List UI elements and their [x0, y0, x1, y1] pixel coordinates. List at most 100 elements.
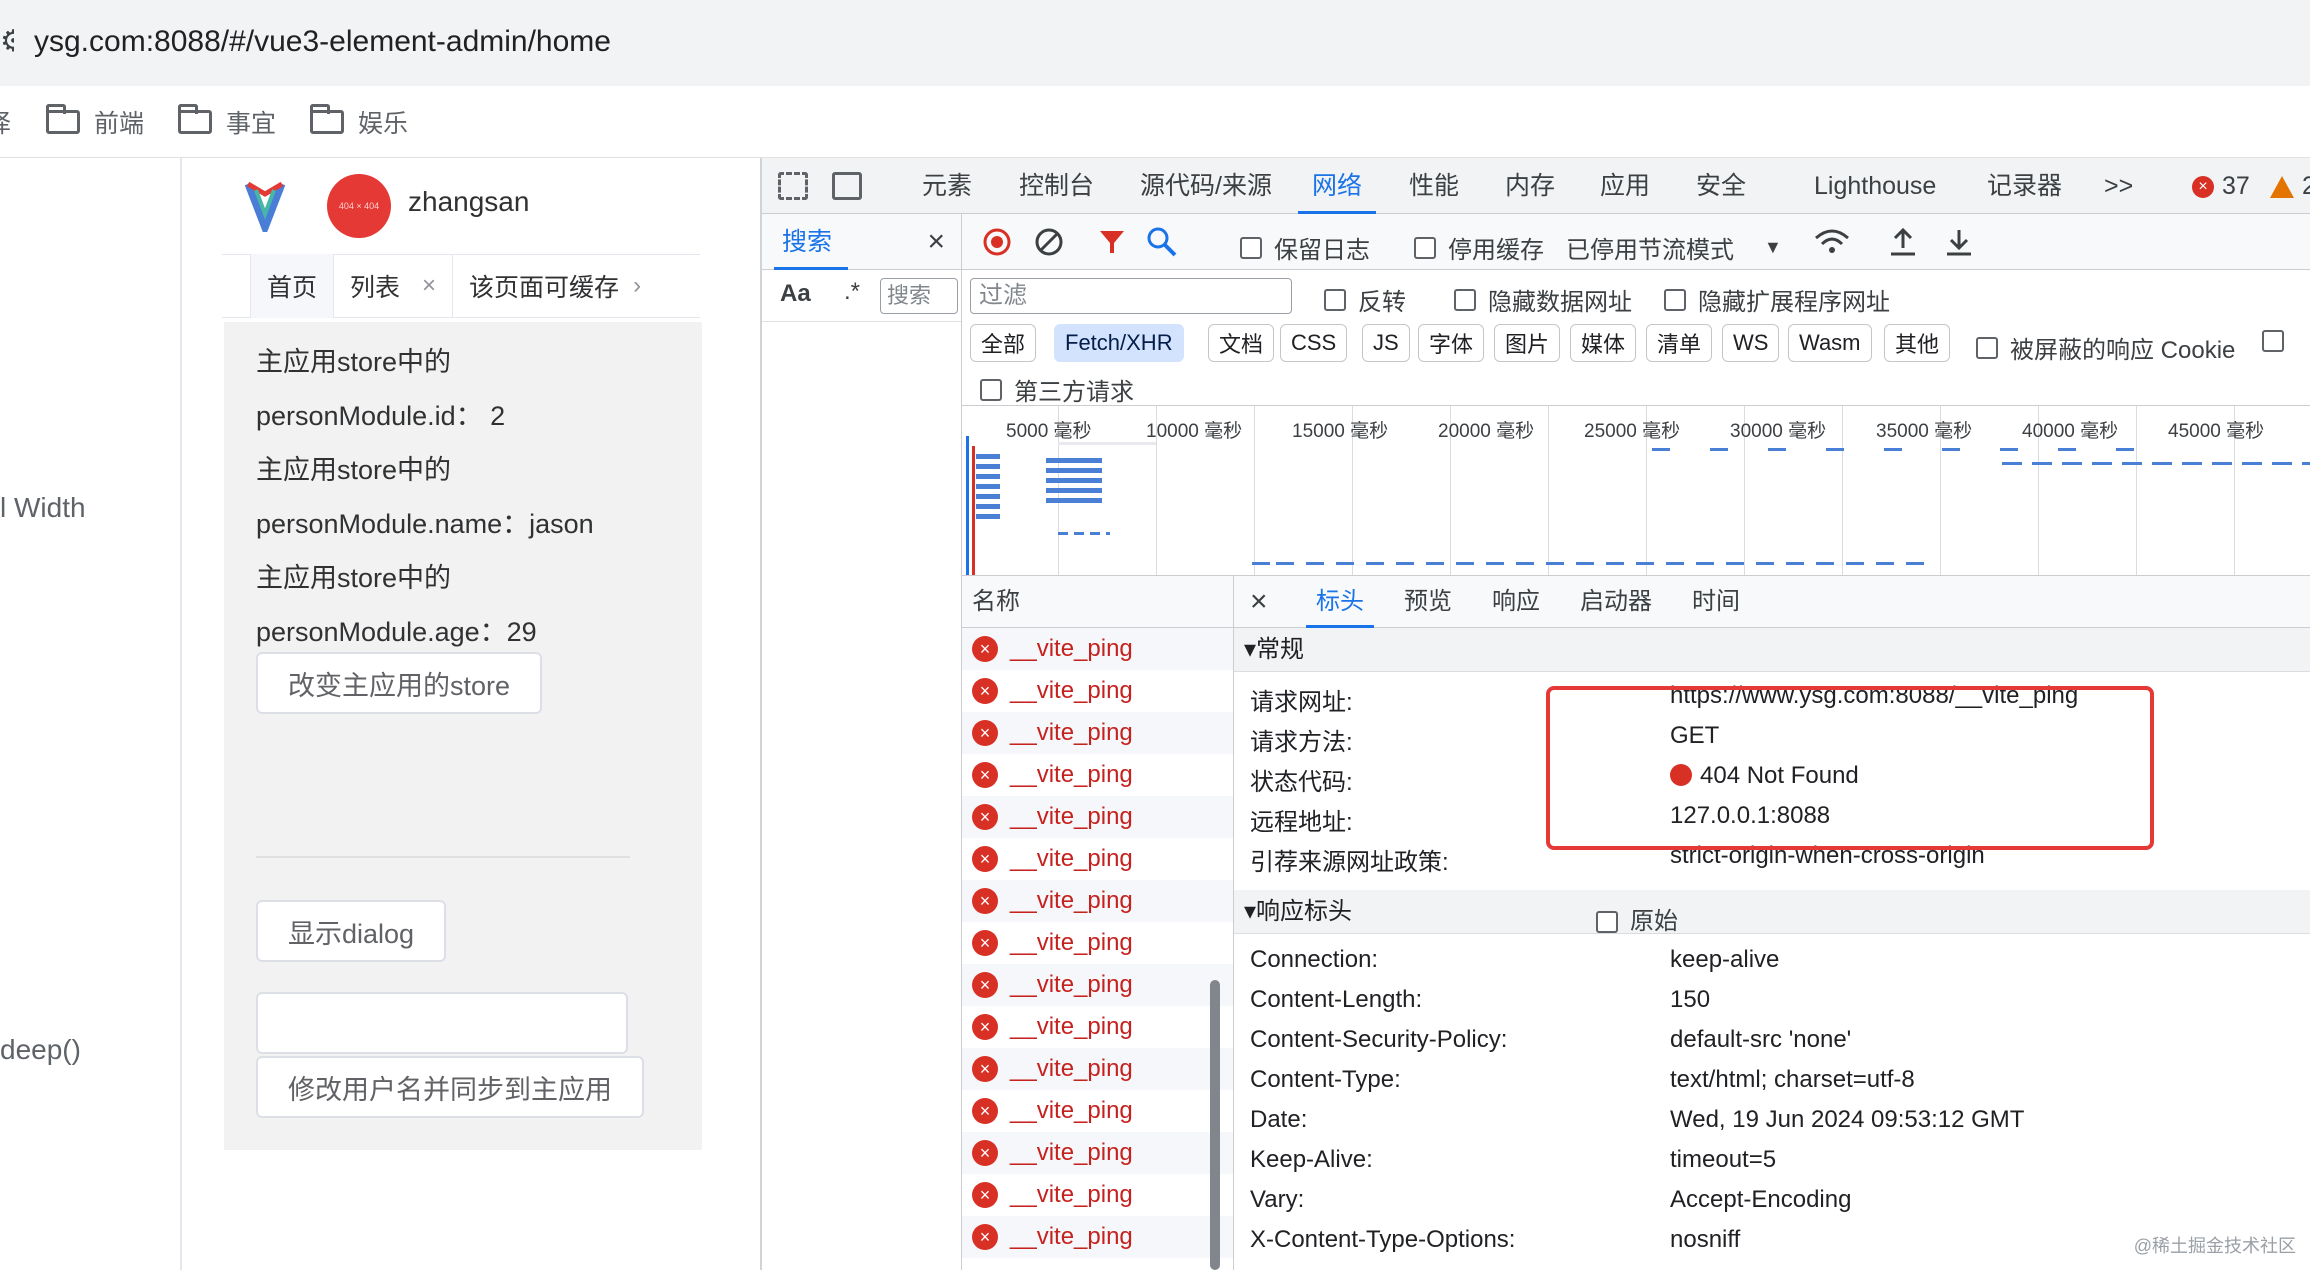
filter-icon[interactable] [1098, 228, 1126, 256]
preserve-log-checkbox[interactable]: 保留日志 [1240, 230, 1370, 265]
type-manifest[interactable]: 清单 [1646, 324, 1713, 362]
type-js[interactable]: JS [1362, 324, 1410, 362]
tab-console[interactable]: 控制台 [1019, 158, 1094, 214]
general-section-header[interactable]: ▾常规 [1234, 628, 2310, 672]
request-row[interactable]: × __vite_ping [962, 1006, 1233, 1048]
search-icon[interactable] [1146, 226, 1178, 258]
import-har-icon[interactable] [1888, 226, 1918, 258]
raw-headers-checkbox[interactable]: 原始 [1596, 900, 1678, 944]
tab-timing[interactable]: 时间 [1692, 576, 1740, 628]
record-icon[interactable] [982, 227, 1012, 257]
regex-toggle[interactable]: .* [844, 278, 860, 306]
request-row[interactable]: × __vite_ping [962, 1090, 1233, 1132]
bookmark-folder-frontend[interactable]: 前端 [46, 100, 144, 144]
throttling-select[interactable]: 已停用节流模式 ▼ [1566, 230, 1782, 265]
request-row[interactable]: × __vite_ping [962, 880, 1233, 922]
username-input[interactable] [256, 992, 628, 1054]
request-row[interactable]: × __vite_ping [962, 754, 1233, 796]
device-toolbar-icon[interactable] [832, 172, 862, 200]
tag-cacheable-page[interactable]: 该页面可缓存 › [453, 254, 657, 318]
type-img[interactable]: 图片 [1494, 324, 1561, 362]
request-row[interactable]: × __vite_ping [962, 712, 1233, 754]
tab-network[interactable]: 网络 [1297, 158, 1377, 214]
request-row[interactable]: × __vite_ping [962, 964, 1233, 1006]
third-party-checkbox[interactable]: 第三方请求 [980, 372, 1134, 407]
tab-headers[interactable]: 标头 [1306, 576, 1374, 628]
type-all[interactable]: 全部 [970, 324, 1037, 362]
devtools-panel: 元素 控制台 源代码/来源 网络 性能 内存 应用 安全 Lighthouse … [760, 158, 2310, 1270]
hide-data-urls-checkbox[interactable]: 隐藏数据网址 [1454, 282, 1632, 317]
username[interactable]: zhangsan [408, 186, 529, 218]
scrollbar-thumb[interactable] [1210, 980, 1220, 1270]
error-counter[interactable]: × 37 [2192, 158, 2250, 214]
type-doc[interactable]: 文档 [1208, 324, 1275, 362]
store-line: personModule.name：jason [256, 509, 594, 539]
tab-preview[interactable]: 预览 [1404, 576, 1452, 628]
type-media[interactable]: 媒体 [1570, 324, 1637, 362]
close-icon[interactable]: × [422, 272, 436, 300]
name-column-header[interactable]: 名称 [962, 576, 1233, 628]
bookmark-folder-entertainment[interactable]: 娱乐 [310, 100, 408, 144]
tab-performance[interactable]: 性能 [1409, 158, 1459, 214]
highlight-annotation [1546, 686, 2154, 850]
tab-recorder[interactable]: 记录器 [1987, 158, 2062, 214]
close-icon[interactable]: × [1250, 576, 1268, 628]
tab-security[interactable]: 安全 [1696, 158, 1746, 214]
inspect-element-icon[interactable] [778, 172, 808, 200]
disable-cache-checkbox[interactable]: 停用缓存 [1414, 230, 1544, 265]
tab-memory[interactable]: 内存 [1505, 158, 1555, 214]
change-store-button[interactable]: 改变主应用的store [256, 652, 543, 714]
error-icon: × [972, 720, 998, 746]
more-tabs-button[interactable]: >> [2104, 158, 2133, 214]
address-bar[interactable]: ⚙ ysg.com:8088/#/vue3-element-admin/home [0, 0, 2310, 86]
tab-elements[interactable]: 元素 [922, 158, 972, 214]
search-tab[interactable]: 搜索 [773, 214, 849, 270]
request-row[interactable]: × __vite_ping [962, 1216, 1233, 1258]
network-conditions-icon[interactable] [1814, 228, 1850, 256]
type-css[interactable]: CSS [1280, 324, 1348, 362]
request-row[interactable]: × __vite_ping [962, 628, 1233, 670]
request-row[interactable]: × __vite_ping [962, 796, 1233, 838]
timeline-overview[interactable]: 5000 毫秒 10000 毫秒 15000 毫秒 20000 毫秒 25000… [962, 406, 2310, 576]
hide-extension-urls-checkbox[interactable]: 隐藏扩展程序网址 [1664, 282, 1890, 317]
type-wasm[interactable]: Wasm [1788, 324, 1872, 362]
bookmark-folder-matters[interactable]: 事宜 [178, 100, 276, 144]
tab-application[interactable]: 应用 [1600, 158, 1650, 214]
modify-username-button[interactable]: 修改用户名并同步到主应用 [256, 1056, 644, 1118]
type-fetch-xhr[interactable]: Fetch/XHR [1054, 324, 1184, 362]
response-headers-section-header[interactable]: ▾响应标头 原始 [1234, 890, 2310, 935]
url-text[interactable]: ysg.com:8088/#/vue3-element-admin/home [34, 20, 611, 64]
bookmark-partial[interactable]: 译 [0, 100, 11, 144]
avatar[interactable]: 404 × 404 [327, 174, 391, 238]
request-row[interactable]: × __vite_ping [962, 1174, 1233, 1216]
request-row[interactable]: × __vite_ping [962, 1132, 1233, 1174]
tag-home[interactable]: 首页 [250, 254, 335, 318]
request-row[interactable]: × __vite_ping [962, 1048, 1233, 1090]
blocked-cookies-checkbox[interactable]: 被屏蔽的响应 Cookie [1976, 330, 2235, 365]
tab-lighthouse[interactable]: Lighthouse [1814, 158, 1936, 214]
filter-input[interactable]: 过滤 [970, 278, 1292, 314]
tag-list[interactable]: 列表 × [334, 254, 454, 318]
chevron-right-icon[interactable]: › [633, 272, 641, 300]
blocked-requests-checkbox[interactable] [2262, 330, 2296, 352]
third-party-row: 第三方请求 [962, 366, 2310, 406]
type-other[interactable]: 其他 [1884, 324, 1951, 362]
show-dialog-button[interactable]: 显示dialog [256, 900, 447, 962]
type-font[interactable]: 字体 [1418, 324, 1485, 362]
invert-checkbox[interactable]: 反转 [1324, 282, 1406, 317]
type-ws[interactable]: WS [1722, 324, 1780, 362]
tab-sources[interactable]: 源代码/来源 [1140, 158, 1272, 214]
match-case-toggle[interactable]: Aa [780, 280, 811, 308]
request-row[interactable]: × __vite_ping [962, 922, 1233, 964]
tab-response[interactable]: 响应 [1492, 576, 1540, 628]
close-icon[interactable]: × [927, 214, 945, 270]
site-info-icon[interactable]: ⚙ [0, 24, 14, 60]
search-input[interactable]: 搜索 [880, 278, 958, 314]
tab-initiator[interactable]: 启动器 [1580, 576, 1652, 628]
request-row[interactable]: × __vite_ping [962, 670, 1233, 712]
request-row[interactable]: × __vite_ping [962, 838, 1233, 880]
clear-icon[interactable] [1034, 227, 1064, 257]
timeline-gridline [1254, 406, 1255, 575]
warning-counter[interactable]: 2 [2270, 158, 2310, 214]
export-har-icon[interactable] [1944, 226, 1974, 258]
